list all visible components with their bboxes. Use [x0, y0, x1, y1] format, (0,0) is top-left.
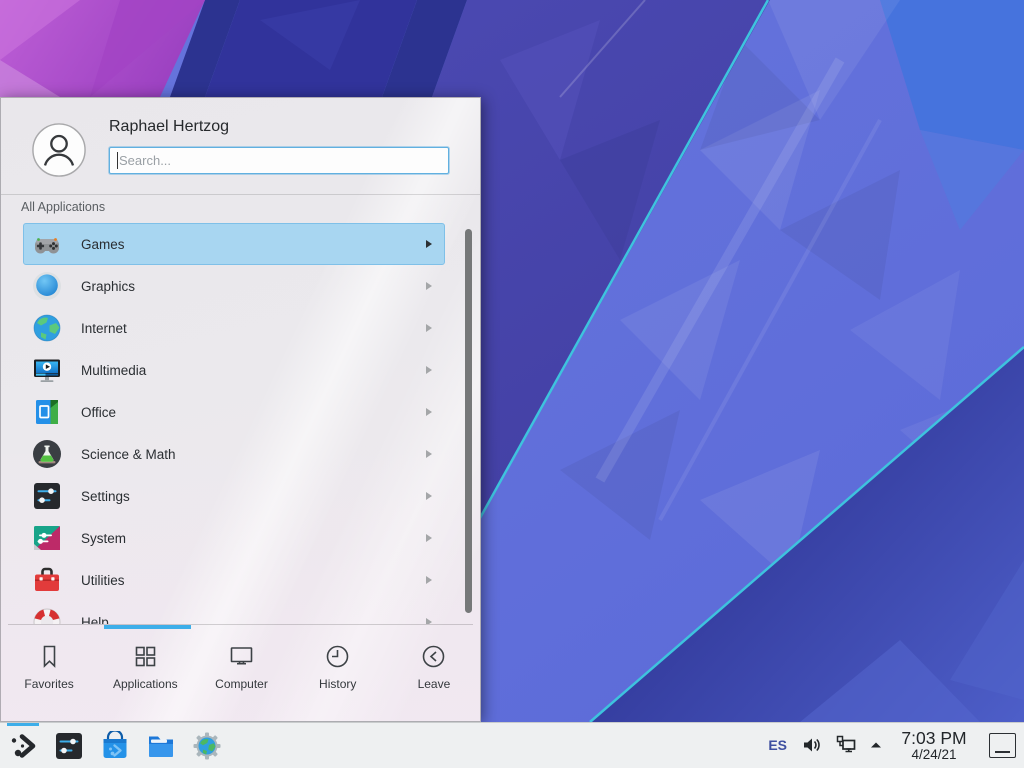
menu-item-settings[interactable]: Settings — [23, 475, 445, 517]
menu-item-science-math[interactable]: Science & Math — [23, 433, 445, 475]
menu-item-graphics[interactable]: Graphics — [23, 265, 445, 307]
menu-item-office[interactable]: Office — [23, 391, 445, 433]
file-manager-button[interactable] — [146, 731, 176, 761]
volume-icon[interactable] — [801, 734, 823, 756]
menu-item-label: Games — [81, 237, 426, 252]
submenu-arrow-icon — [426, 576, 432, 584]
menu-item-help[interactable]: Help — [23, 601, 445, 624]
menu-item-label: Multimedia — [81, 363, 426, 378]
submenu-arrow-icon — [426, 366, 432, 374]
leave-icon — [420, 643, 447, 670]
submenu-arrow-icon — [426, 534, 432, 542]
menu-item-label: Settings — [81, 489, 426, 504]
settings-icon — [31, 480, 63, 512]
tab-leave[interactable]: Leave — [386, 631, 482, 711]
application-launcher-button[interactable] — [8, 731, 38, 761]
web-browser-button[interactable] — [192, 731, 222, 761]
discover-software-icon — [100, 731, 130, 761]
tab-computer[interactable]: Computer — [193, 631, 289, 711]
tab-history[interactable]: History — [290, 631, 386, 711]
submenu-arrow-icon — [426, 240, 432, 248]
tab-label: Leave — [418, 677, 451, 691]
menu-item-label: Internet — [81, 321, 426, 336]
internet-icon — [31, 312, 63, 344]
system-settings-button[interactable] — [54, 731, 84, 761]
menu-item-utilities[interactable]: Utilities — [23, 559, 445, 601]
web-browser-icon — [192, 731, 222, 761]
launcher-active-indicator — [7, 723, 39, 726]
tab-label: Applications — [113, 677, 178, 691]
clock-date: 4/24/21 — [893, 748, 975, 762]
menu-item-label: Graphics — [81, 279, 426, 294]
system-icon — [31, 522, 63, 554]
graphics-icon — [31, 270, 63, 302]
office-icon — [31, 396, 63, 428]
user-avatar-icon[interactable] — [31, 122, 87, 178]
science-icon — [31, 438, 63, 470]
menu-item-label: Help — [81, 615, 426, 625]
menu-item-label: Utilities — [81, 573, 426, 588]
expand-tray-caret-icon[interactable] — [869, 738, 883, 752]
header-divider — [1, 194, 480, 195]
desktop: Raphael Hertzog All Applications Game — [0, 0, 1024, 768]
list-divider — [8, 624, 473, 625]
search-box[interactable] — [109, 147, 449, 174]
submenu-arrow-icon — [426, 324, 432, 332]
bookmark-icon — [36, 643, 63, 670]
system-settings-icon — [54, 731, 84, 761]
tab-label: Favorites — [24, 677, 73, 691]
digital-clock[interactable]: 7:03 PM 4/24/21 — [893, 729, 975, 762]
user-name: Raphael Hertzog — [109, 118, 229, 136]
menu-scrollbar[interactable] — [465, 229, 472, 613]
application-launcher-icon — [8, 731, 38, 761]
active-tab-indicator — [104, 625, 191, 629]
text-caret — [117, 152, 118, 169]
submenu-arrow-icon — [426, 492, 432, 500]
submenu-arrow-icon — [426, 282, 432, 290]
menu-item-internet[interactable]: Internet — [23, 307, 445, 349]
tab-label: Computer — [215, 677, 268, 691]
computer-icon — [228, 643, 255, 670]
application-category-list: Games Graphics — [1, 223, 482, 624]
app-grid-icon — [132, 643, 159, 670]
tab-favorites[interactable]: Favorites — [1, 631, 97, 711]
menu-item-label: System — [81, 531, 426, 546]
network-icon[interactable] — [835, 734, 857, 756]
submenu-arrow-icon — [426, 408, 432, 416]
menu-tab-bar: Favorites Applications Computer — [1, 631, 482, 711]
menu-item-label: Science & Math — [81, 447, 426, 462]
menu-item-multimedia[interactable]: Multimedia — [23, 349, 445, 391]
submenu-arrow-icon — [426, 450, 432, 458]
application-launcher-menu: Raphael Hertzog All Applications Game — [0, 97, 481, 722]
section-label: All Applications — [21, 200, 105, 214]
clock-time: 7:03 PM — [893, 729, 975, 747]
utilities-icon — [31, 564, 63, 596]
tab-label: History — [319, 677, 356, 691]
games-icon — [31, 228, 63, 260]
menu-item-games[interactable]: Games — [23, 223, 445, 265]
search-input[interactable] — [110, 148, 448, 173]
multimedia-icon — [31, 354, 63, 386]
menu-item-label: Office — [81, 405, 426, 420]
show-desktop-button[interactable] — [989, 733, 1016, 758]
tab-applications[interactable]: Applications — [97, 631, 193, 711]
file-manager-folder-icon — [146, 731, 176, 761]
history-clock-icon — [324, 643, 351, 670]
menu-item-system[interactable]: System — [23, 517, 445, 559]
discover-button[interactable] — [100, 731, 130, 761]
keyboard-layout-indicator[interactable]: ES — [768, 737, 787, 753]
help-icon — [31, 606, 63, 624]
system-tray: ES 7:03 PM 4/24/21 — [768, 729, 1024, 762]
taskbar-panel: ES 7:03 PM 4/24/21 — [0, 722, 1024, 768]
